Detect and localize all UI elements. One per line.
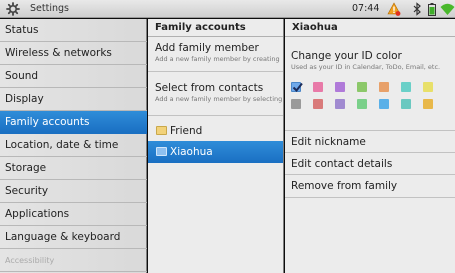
- nav-item-location[interactable]: Location, date & time: [0, 134, 147, 157]
- bluetooth-icon: [413, 2, 421, 16]
- nav-item-security[interactable]: Security: [0, 180, 147, 203]
- select-from-contacts-title: Select from contacts: [155, 82, 264, 94]
- select-from-contacts-button[interactable]: Select from contacts Add a new family me…: [148, 72, 283, 116]
- color-swatch[interactable]: [313, 82, 323, 92]
- contact-name: Friend: [170, 125, 203, 137]
- edit-contact-details-button[interactable]: Edit contact details: [285, 153, 455, 175]
- color-swatch[interactable]: [291, 82, 303, 93]
- color-tag-icon: [156, 147, 167, 156]
- edit-nickname-label: Edit nickname: [291, 136, 366, 148]
- family-accounts-header: Family accounts: [148, 19, 283, 37]
- color-swatch[interactable]: [401, 99, 411, 109]
- contact-item-friend[interactable]: Friend: [148, 120, 283, 142]
- remove-from-family-button[interactable]: Remove from family: [285, 175, 455, 198]
- nav-item-family-accounts[interactable]: Family accounts: [0, 111, 147, 134]
- member-detail-panel: Xiaohua Change your ID color Used as you…: [285, 19, 455, 273]
- add-family-member-subtitle: Add a new family member by creating: [155, 55, 280, 63]
- wifi-icon: [440, 3, 455, 15]
- remove-from-family-label: Remove from family: [291, 180, 398, 192]
- color-swatch[interactable]: [423, 82, 433, 92]
- contact-name: Xiaohua: [170, 146, 213, 158]
- settings-nav: Status Wireless & networks Sound Display…: [0, 19, 147, 273]
- add-family-member-title: Add family member: [155, 42, 259, 54]
- color-swatch[interactable]: [401, 82, 411, 92]
- color-swatch[interactable]: [423, 99, 433, 109]
- edit-contact-details-label: Edit contact details: [291, 158, 393, 170]
- edit-nickname-button[interactable]: Edit nickname: [285, 131, 455, 153]
- color-tag-icon: [156, 126, 167, 135]
- color-swatch[interactable]: [335, 82, 345, 92]
- color-swatch[interactable]: [335, 99, 345, 109]
- settings-app-icon: [6, 2, 20, 16]
- color-swatch[interactable]: [313, 99, 323, 109]
- add-family-member-button[interactable]: Add family member Add a new family membe…: [148, 38, 283, 72]
- nav-item-display[interactable]: Display: [0, 88, 147, 111]
- color-swatch[interactable]: [379, 99, 389, 109]
- color-swatch[interactable]: [291, 99, 301, 109]
- color-swatch[interactable]: [379, 82, 389, 92]
- change-id-color-subtitle: Used as your ID in Calendar, ToDo, Email…: [291, 63, 441, 71]
- nav-item-wireless[interactable]: Wireless & networks: [0, 42, 147, 65]
- select-from-contacts-subtitle: Add a new family member by selecting: [155, 95, 283, 103]
- nav-item-sound[interactable]: Sound: [0, 65, 147, 88]
- color-swatch[interactable]: [357, 99, 367, 109]
- family-accounts-panel: Family accounts Add family member Add a …: [148, 19, 284, 273]
- nav-item-accessibility[interactable]: Accessibility: [0, 249, 147, 272]
- status-bar: Settings 07:44: [0, 0, 455, 18]
- warning-icon[interactable]: [387, 2, 401, 16]
- color-swatch[interactable]: [357, 82, 367, 92]
- nav-item-language[interactable]: Language & keyboard: [0, 226, 147, 249]
- nav-item-status[interactable]: Status: [0, 19, 147, 42]
- member-detail-header: Xiaohua: [285, 19, 455, 37]
- checkmark-icon: [292, 82, 303, 93]
- change-id-color-title: Change your ID color: [291, 50, 402, 62]
- contact-item-xiaohua[interactable]: Xiaohua: [148, 141, 283, 163]
- nav-item-applications[interactable]: Applications: [0, 203, 147, 226]
- clock: 07:44: [352, 3, 380, 14]
- nav-item-storage[interactable]: Storage: [0, 157, 147, 180]
- status-bar-title: Settings: [30, 3, 69, 14]
- battery-icon: [428, 3, 436, 16]
- change-id-color-section: Change your ID color Used as your ID in …: [285, 38, 455, 131]
